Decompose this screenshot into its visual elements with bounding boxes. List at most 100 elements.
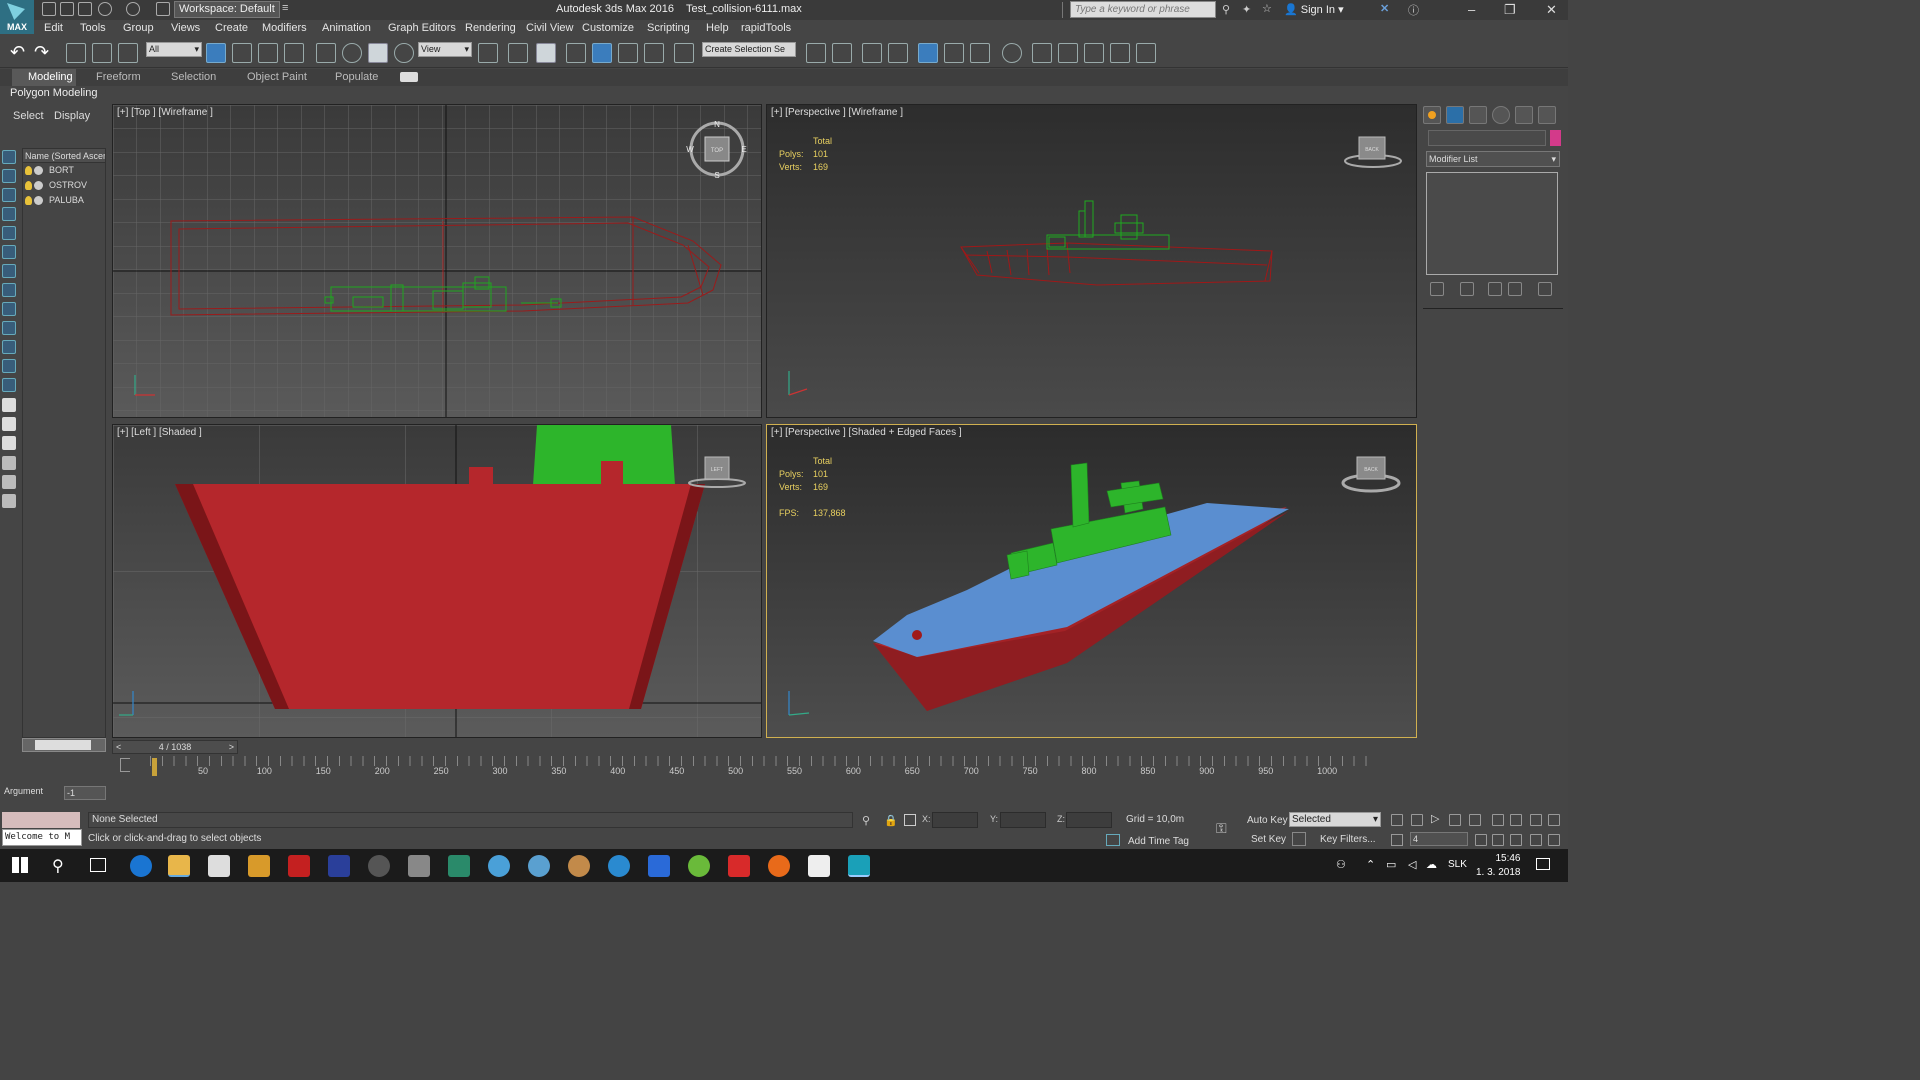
menu-help[interactable]: Help — [706, 22, 729, 34]
ribbon-tab-freeform[interactable]: Freeform — [96, 71, 141, 83]
top-view-canvas[interactable]: TOP N S E W — [113, 105, 762, 418]
link-icon[interactable] — [66, 43, 86, 63]
binoculars-icon[interactable]: ⚲ — [1222, 3, 1230, 16]
acrobat-icon[interactable] — [288, 855, 310, 877]
menu-scripting[interactable]: Scripting — [647, 22, 690, 34]
move-icon[interactable] — [316, 43, 336, 63]
gear-app-icon[interactable] — [568, 855, 590, 877]
pan-view-icon[interactable] — [1510, 834, 1522, 846]
time-config-icon[interactable] — [1475, 834, 1487, 846]
3dsmax-taskbar-icon[interactable] — [848, 855, 870, 877]
visibility-icon[interactable] — [34, 181, 43, 190]
play-icon[interactable]: ▷ — [1431, 814, 1443, 826]
make-unique-icon[interactable] — [1488, 282, 1502, 296]
viewport-label[interactable]: [+] [Perspective ] [Wireframe ] — [771, 107, 903, 118]
snaps-toggle-icon[interactable] — [566, 43, 586, 63]
redo-button[interactable]: ↷ — [34, 43, 49, 61]
object-color-swatch[interactable] — [1550, 130, 1561, 146]
menu-create[interactable]: Create — [215, 22, 248, 34]
help-icon[interactable]: ⓘ — [1408, 2, 1419, 18]
display-hidden-icon[interactable] — [2, 378, 16, 392]
angle-snap-icon[interactable] — [592, 43, 612, 63]
visibility-icon[interactable] — [34, 196, 43, 205]
maximize-button[interactable]: ❐ — [1504, 2, 1516, 18]
ribbon-options-icon[interactable] — [400, 72, 418, 82]
current-frame-input[interactable]: 4 — [1410, 832, 1468, 846]
find-icon[interactable] — [2, 475, 16, 489]
menu-group[interactable]: Group — [123, 22, 154, 34]
display-bones-icon[interactable] — [2, 321, 16, 335]
go-to-start-icon[interactable] — [1391, 814, 1403, 826]
earth-app-icon[interactable] — [488, 855, 510, 877]
excel-like-app-icon[interactable] — [448, 855, 470, 877]
render-iterative-icon[interactable] — [1110, 43, 1130, 63]
motion-tab-icon[interactable] — [1492, 106, 1510, 124]
set-key-mode-icon[interactable]: ⚿ — [1216, 820, 1227, 837]
scene-tab-display[interactable]: Display — [54, 110, 90, 122]
redo-icon[interactable] — [126, 2, 140, 16]
perspective-shaded-canvas[interactable]: BACK — [767, 425, 1416, 737]
rotate-icon[interactable] — [342, 43, 362, 63]
menu-edit[interactable]: Edit — [44, 22, 63, 34]
skype-like-app-icon[interactable] — [608, 855, 630, 877]
search-icon[interactable]: ⚲ — [52, 856, 64, 876]
pin-stack-icon[interactable] — [1430, 282, 1444, 296]
scene-item-paluba[interactable]: PALUBA — [23, 193, 105, 208]
visibility-icon[interactable] — [34, 166, 43, 175]
steam-like-app-icon[interactable] — [528, 855, 550, 877]
menu-modifiers[interactable]: Modifiers — [262, 22, 307, 34]
close-button[interactable]: ✕ — [1546, 2, 1557, 18]
scene-tab-select[interactable]: Select — [13, 110, 44, 122]
file-explorer-icon[interactable] — [168, 855, 190, 877]
select-object-icon[interactable] — [206, 43, 226, 63]
next-frame-icon[interactable] — [1449, 814, 1461, 826]
schematic-view-icon[interactable] — [970, 43, 990, 63]
zoom-all-icon[interactable] — [1510, 814, 1522, 826]
firefox-icon[interactable] — [768, 855, 790, 877]
ribbon-tab-populate[interactable]: Populate — [335, 71, 378, 83]
select-by-name-icon[interactable] — [232, 43, 252, 63]
search-input[interactable]: Type a keyword or phrase — [1070, 1, 1216, 18]
time-tag-icon[interactable] — [1106, 834, 1120, 846]
display-xrefs-icon[interactable] — [2, 302, 16, 316]
unlink-icon[interactable] — [92, 43, 112, 63]
display-groups-icon[interactable] — [2, 283, 16, 297]
keyboard-shortcut-override-icon[interactable] — [536, 43, 556, 63]
viewport-label[interactable]: [+] [Perspective ] [Shaded + Edged Faces… — [771, 427, 962, 438]
hierarchy-tab-icon[interactable] — [1469, 106, 1487, 124]
render-setup-icon[interactable] — [1032, 43, 1052, 63]
add-time-tag-button[interactable]: Add Time Tag — [1128, 836, 1189, 847]
isolate-selection-icon[interactable]: ⚲ — [862, 814, 870, 827]
configure-modifier-sets-icon[interactable] — [1538, 282, 1552, 296]
named-selection-set-dropdown[interactable]: Create Selection Se — [702, 42, 796, 57]
new-file-icon[interactable] — [42, 2, 56, 16]
save-file-icon[interactable] — [78, 2, 92, 16]
auto-key-button[interactable]: Auto Key — [1247, 815, 1288, 826]
people-icon[interactable]: ⚇ — [1336, 858, 1346, 871]
lua-app-icon[interactable] — [328, 855, 350, 877]
perspective-wire-canvas[interactable]: BACK — [767, 105, 1417, 418]
y-coord-input[interactable] — [1000, 812, 1046, 828]
volume-icon[interactable]: ◁ — [1408, 858, 1416, 871]
edge-browser-icon[interactable] — [130, 855, 152, 877]
light-bulb-icon[interactable] — [25, 166, 32, 175]
workspace-dropdown[interactable]: Workspace: Default ▾ — [174, 1, 280, 30]
rendered-frame-window-icon[interactable] — [1058, 43, 1078, 63]
mirror-icon[interactable] — [806, 43, 826, 63]
z-coord-input[interactable] — [1066, 812, 1112, 828]
spinner-snap-icon[interactable] — [644, 43, 664, 63]
open-file-icon[interactable] — [60, 2, 74, 16]
display-geometry-icon[interactable] — [2, 169, 16, 183]
select-manipulate-icon[interactable] — [508, 43, 528, 63]
absolute-mode-icon[interactable] — [904, 814, 916, 826]
menu-animation[interactable]: Animation — [322, 22, 371, 34]
key-selection-dropdown[interactable]: Selected ▾ — [1289, 812, 1381, 827]
sign-in-button[interactable]: 👤 Sign In ▾ — [1284, 3, 1344, 16]
display-influences-icon[interactable] — [2, 436, 16, 450]
display-tab-icon[interactable] — [1515, 106, 1533, 124]
toggle-ribbon-icon[interactable] — [918, 43, 938, 63]
display-helpers-icon[interactable] — [2, 245, 16, 259]
maxscript-listener-mini[interactable] — [2, 812, 80, 828]
default-tangent-icon[interactable] — [1292, 832, 1306, 846]
ribbon-tab-modeling[interactable]: Modeling — [12, 69, 76, 86]
